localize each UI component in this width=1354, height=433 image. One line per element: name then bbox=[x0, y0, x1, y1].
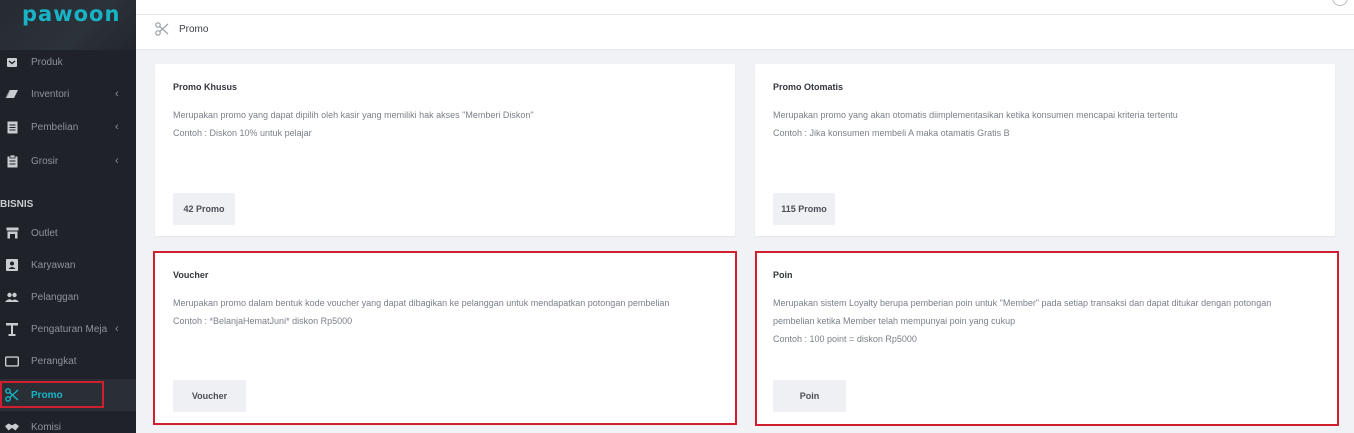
sidebar-item-label: Pelanggan bbox=[31, 291, 79, 303]
sidebar-item-perangkat[interactable]: Perangkat bbox=[0, 345, 136, 377]
sidebar-item-label: Karyawan bbox=[31, 259, 76, 271]
card-description-line: Contoh : Jika konsumen membeli A maka ot… bbox=[773, 128, 1010, 138]
chevron-left-icon: ‹ bbox=[115, 323, 119, 335]
sidebar-item-karyawan[interactable]: Karyawan bbox=[0, 249, 136, 281]
sidebar-item-label: Outlet bbox=[31, 227, 58, 239]
customers-icon bbox=[5, 290, 19, 304]
sidebar-item-komisi[interactable]: Komisi bbox=[0, 411, 136, 433]
sidebar-item-grosir[interactable]: Grosir ‹ bbox=[0, 145, 136, 177]
sidebar-item-pelanggan[interactable]: Pelanggan bbox=[0, 281, 136, 313]
highlight-box-poin bbox=[755, 251, 1339, 426]
sidebar-item-pembelian[interactable]: Pembelian ‹ bbox=[0, 111, 136, 143]
store-icon bbox=[5, 226, 19, 240]
card-description-line: Merupakan promo yang akan otomatis diimp… bbox=[773, 110, 1178, 120]
scissors-icon bbox=[155, 22, 169, 41]
logo-area: pawoon bbox=[0, 0, 136, 50]
sidebar-item-label: Pengaturan Meja bbox=[31, 323, 108, 335]
sidebar-item-label: Pembelian bbox=[31, 121, 79, 133]
sidebar-item-outlet[interactable]: Outlet bbox=[0, 217, 136, 249]
promo-khusus-button[interactable]: 42 Promo bbox=[173, 193, 235, 225]
card-description-line: Contoh : Diskon 10% untuk pelajar bbox=[173, 128, 312, 138]
pawoon-logo[interactable]: pawoon bbox=[22, 2, 120, 26]
sidebar-item-label: Perangkat bbox=[31, 355, 77, 367]
card-promo-khusus: Promo Khusus Merupakan promo yang dapat … bbox=[155, 64, 735, 236]
sidebar-item-label: Inventori bbox=[31, 88, 70, 100]
sidebar-item-inventori[interactable]: Inventori ‹ bbox=[0, 78, 136, 110]
card-description: Merupakan promo yang dapat dipilih oleh … bbox=[173, 106, 534, 142]
user-menu-icon[interactable] bbox=[1332, 0, 1348, 6]
topbar: Promo bbox=[136, 0, 1354, 50]
sidebar-item-produk[interactable]: Produk bbox=[0, 46, 136, 78]
card-description: Merupakan promo yang akan otomatis diimp… bbox=[773, 106, 1178, 142]
section-heading-bisnis: BISNIS bbox=[0, 199, 34, 210]
card-description-line: Merupakan promo yang dapat dipilih oleh … bbox=[173, 110, 534, 120]
sidebar: pawoon Produk Inventori ‹ Pembelian ‹ Gr… bbox=[0, 0, 136, 433]
topbar-divider bbox=[136, 14, 1354, 15]
sidebar-item-label: Produk bbox=[31, 56, 63, 68]
highlight-box-voucher bbox=[153, 251, 737, 425]
sidebar-item-label: Komisi bbox=[31, 421, 62, 433]
promo-otomatis-button[interactable]: 115 Promo bbox=[773, 193, 835, 225]
employee-icon bbox=[5, 258, 19, 272]
chevron-left-icon: ‹ bbox=[115, 155, 119, 167]
chevron-left-icon: ‹ bbox=[115, 88, 119, 100]
inventory-icon bbox=[5, 87, 19, 101]
sidebar-item-label: Grosir bbox=[31, 155, 59, 167]
card-title: Promo Khusus bbox=[173, 82, 238, 92]
breadcrumb: Promo bbox=[179, 24, 209, 35]
highlight-box-promo bbox=[0, 381, 104, 408]
sidebar-item-pengaturan-meja[interactable]: Pengaturan Meja ‹ bbox=[0, 313, 136, 345]
wholesale-icon bbox=[5, 154, 19, 168]
chevron-left-icon: ‹ bbox=[115, 121, 119, 133]
handshake-icon bbox=[5, 420, 19, 433]
product-icon bbox=[5, 55, 19, 69]
device-icon bbox=[5, 354, 19, 368]
table-icon bbox=[5, 322, 19, 336]
card-promo-otomatis: Promo Otomatis Merupakan promo yang akan… bbox=[755, 64, 1335, 236]
card-title: Promo Otomatis bbox=[773, 82, 844, 92]
purchase-icon bbox=[5, 120, 19, 134]
